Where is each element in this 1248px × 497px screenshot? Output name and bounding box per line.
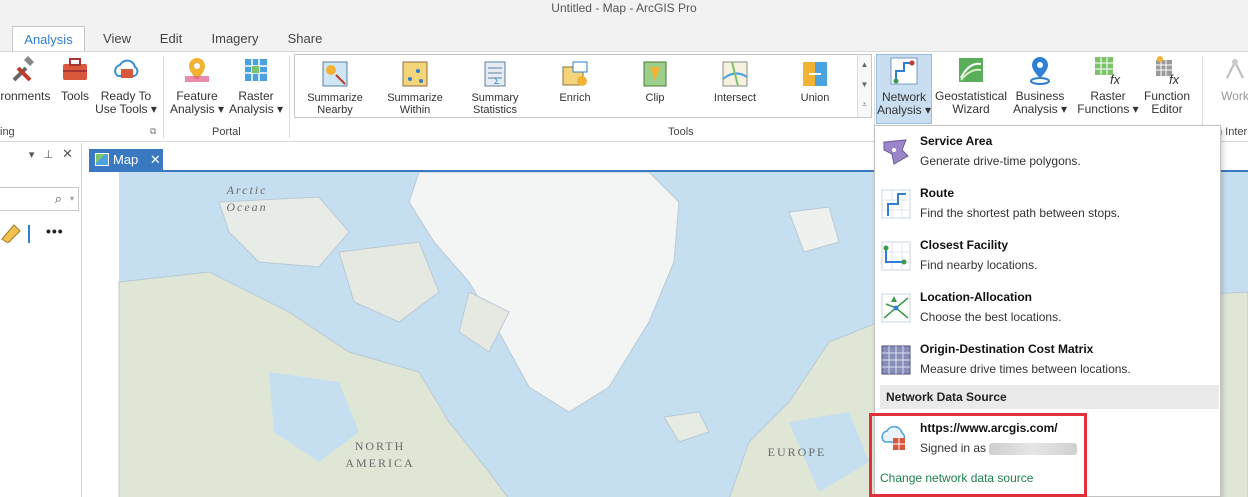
close-tab-icon[interactable]: ✕ (150, 152, 161, 167)
menu-item-location-allocation[interactable]: Location-Allocation Choose the best loca… (875, 282, 1220, 332)
geostatistical-wizard-button[interactable]: Geostatistical Wizard (933, 54, 1009, 116)
svg-text:fx: fx (1110, 72, 1121, 86)
group-label-geoprocessing: ing (0, 126, 15, 138)
map-label-europe: EUROPE (767, 445, 827, 459)
summarize-nearby-icon (322, 61, 348, 87)
menu-item-route[interactable]: Route Find the shortest path between sto… (875, 178, 1220, 228)
scroll-up-icon[interactable]: ▲ (858, 55, 871, 75)
menu-item-od-cost-matrix[interactable]: Origin-Destination Cost Matrix Measure d… (875, 334, 1220, 384)
menu-item-closest-facility[interactable]: Closest Facility Find nearby locations. (875, 230, 1220, 280)
function-editor-button[interactable]: fx Function Editor (1140, 54, 1194, 116)
pane-menu-icon[interactable]: ▾ (29, 149, 35, 161)
summarize-within-icon (402, 61, 428, 87)
od-cost-matrix-icon (881, 345, 911, 375)
network-analysis-button[interactable]: Network Analysis ▾ (876, 54, 932, 124)
summarize-within-button[interactable]: Summarize Within (385, 59, 445, 116)
closest-facility-icon (881, 241, 911, 271)
close-icon[interactable]: ✕ (62, 146, 73, 161)
map-view-tab[interactable]: Map ✕ (89, 149, 163, 170)
window-title: Untitled - Map - ArcGIS Pro (551, 1, 697, 15)
scroll-down-icon[interactable]: ▼ (858, 75, 871, 95)
toolbox-icon (63, 58, 87, 80)
map-label-north-america: NORTH AMERICA (345, 439, 415, 470)
pane-header: ▾ ⊥ ✕ (0, 143, 81, 165)
raster-analysis-button[interactable]: Raster Analysis ▾ (228, 54, 284, 116)
group-separator (163, 56, 164, 138)
tab-analysis[interactable]: Analysis (12, 26, 85, 53)
function-editor-icon: fx (1156, 56, 1180, 86)
intersect-icon (722, 61, 748, 87)
union-button[interactable]: Union (785, 59, 845, 104)
tools-button[interactable]: Tools (58, 54, 92, 103)
search-icon[interactable]: ⌕ (55, 191, 62, 207)
feature-analysis-button[interactable]: Feature Analysis ▾ (170, 54, 224, 116)
group-label-portal: Portal (212, 126, 241, 138)
tab-edit[interactable]: Edit (152, 26, 190, 52)
feature-analysis-icon (185, 58, 209, 82)
location-allocation-icon (881, 293, 911, 323)
summary-statistics-button[interactable]: Σ Summary Statistics (465, 59, 525, 116)
map-label-arctic-ocean: Arctic Ocean (226, 183, 268, 214)
environments-icon (12, 56, 34, 82)
workflow-button[interactable]: Work (1210, 54, 1248, 103)
gallery-scroll[interactable]: ▲ ▼ ⩡ (857, 55, 871, 117)
svg-text:fx: fx (1169, 72, 1180, 86)
raster-functions-button[interactable]: fx Raster Functions ▾ (1076, 54, 1140, 116)
map-icon (95, 153, 109, 166)
search-input[interactable]: ⌕ ▾ (0, 187, 79, 211)
network-data-source-header: Network Data Source (880, 385, 1219, 409)
gallery-expand-icon[interactable]: ⩡ (858, 95, 871, 115)
raster-analysis-icon (245, 59, 267, 81)
ready-to-use-tools-button[interactable]: Ready To Use Tools ▾ (94, 54, 158, 116)
summarize-nearby-button[interactable]: Summarize Nearby (305, 59, 365, 116)
search-dropdown-icon[interactable]: ▾ (70, 194, 74, 203)
route-icon (881, 189, 911, 219)
service-area-icon (883, 139, 909, 165)
menu-item-service-area[interactable]: Service Area Generate drive-time polygon… (875, 126, 1220, 176)
group-separator (289, 56, 290, 138)
group-label-tools: Tools (668, 126, 694, 138)
business-analysis-button[interactable]: Business Analysis ▾ (1011, 54, 1069, 116)
divider (28, 225, 38, 243)
summary-statistics-icon: Σ (484, 61, 506, 87)
clip-button[interactable]: Clip (625, 59, 685, 104)
more-options-icon[interactable]: ••• (46, 223, 64, 239)
clip-icon (643, 61, 667, 87)
union-icon (803, 62, 827, 86)
tab-view[interactable]: View (96, 26, 138, 52)
geostatistical-wizard-icon (959, 58, 983, 82)
svg-text:Σ: Σ (494, 76, 500, 86)
environments-button[interactable]: ironments (0, 54, 54, 103)
contents-pane: ▾ ⊥ ✕ ⌕ ▾ ••• (0, 143, 82, 497)
pin-icon[interactable]: ⊥ (43, 149, 53, 161)
enrich-button[interactable]: Enrich (545, 59, 605, 104)
workflow-icon (1226, 59, 1244, 79)
highlight-box (869, 413, 1087, 497)
cloud-toolbox-icon (114, 59, 139, 78)
tab-imagery[interactable]: Imagery (204, 26, 266, 52)
intersect-button[interactable]: Intersect (705, 59, 765, 104)
title-bar: Untitled - Map - ArcGIS Pro (0, 0, 1248, 26)
ribbon-tabs: Analysis View Edit Imagery Share (0, 26, 1248, 53)
tab-share[interactable]: Share (280, 26, 330, 52)
raster-functions-icon: fx (1095, 57, 1121, 86)
edit-tool-icon[interactable] (0, 221, 24, 244)
tools-gallery: Summarize Nearby Summarize Within Σ Summ… (294, 54, 872, 118)
enrich-icon (562, 61, 588, 86)
business-analysis-icon (1030, 57, 1050, 85)
dialog-launcher-icon[interactable]: ⧉ (150, 126, 156, 137)
network-analysis-icon (890, 57, 918, 85)
